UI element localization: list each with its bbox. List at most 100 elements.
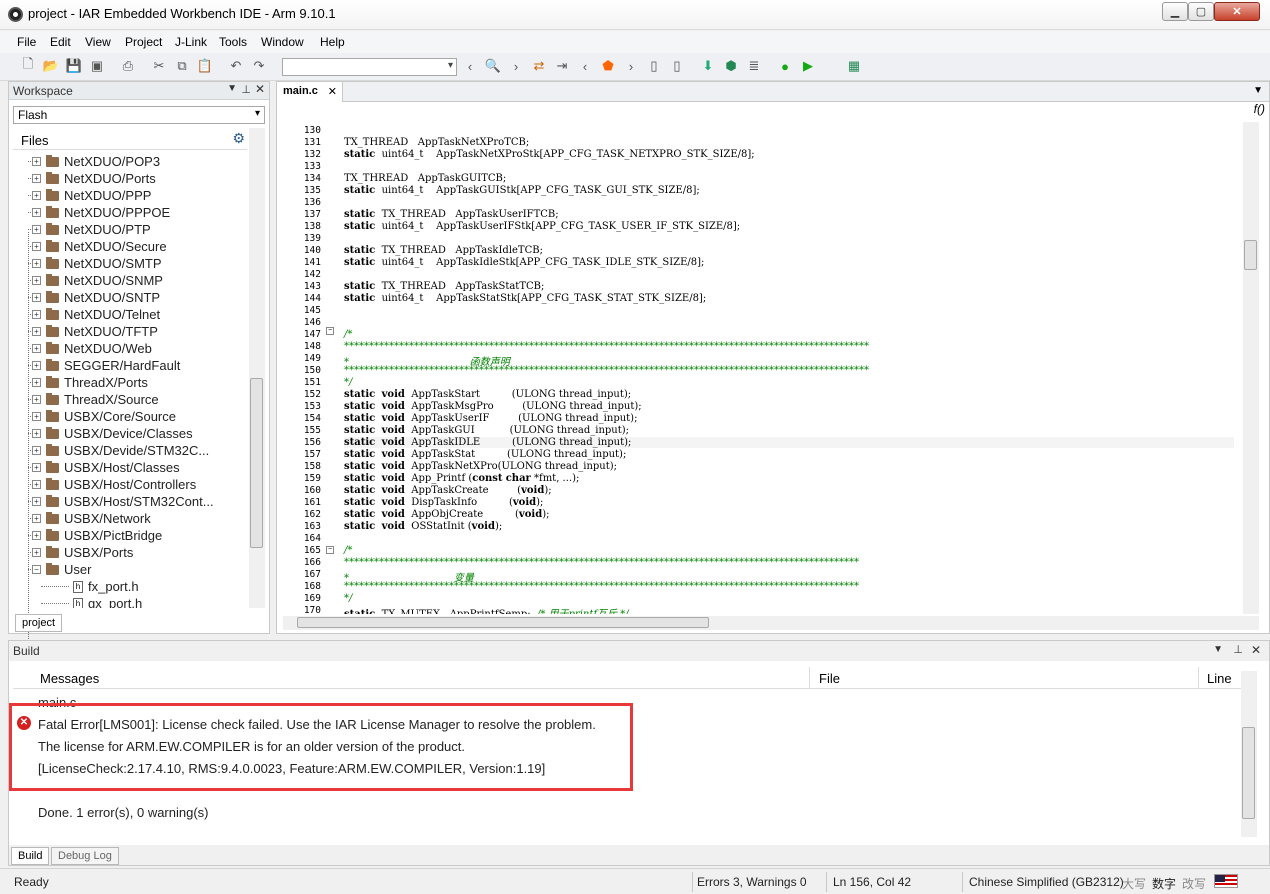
maximize-button[interactable]: ▢ <box>1188 2 1214 21</box>
editor-hscrollbar[interactable] <box>283 616 1259 630</box>
tree-item[interactable]: + USBX/Devide/STM32C... <box>9 442 249 459</box>
paste-icon[interactable]: 📋 <box>197 58 213 74</box>
gear-icon[interactable]: ⚙ <box>232 130 245 147</box>
code-line[interactable]: static TX_THREAD AppTaskUserIFTCB; <box>344 209 559 220</box>
expand-icon[interactable]: + <box>32 429 41 438</box>
editor-vscroll-thumb[interactable] <box>1244 240 1257 270</box>
tree-scroll-thumb[interactable] <box>250 378 263 548</box>
code-line[interactable]: static uint64_t AppTaskStatStk[APP_CFG_T… <box>344 293 706 304</box>
code-line[interactable]: static void AppTaskStat (ULONG thread_in… <box>344 449 626 460</box>
forward-icon[interactable]: › <box>508 58 524 74</box>
tab-main-c[interactable]: main.c ✕ <box>277 82 343 102</box>
copy-icon[interactable]: ⧉ <box>174 58 190 74</box>
tree-item[interactable]: + NetXDUO/SNMP <box>9 272 249 289</box>
code-line[interactable]: static TX_THREAD AppTaskIdleTCB; <box>344 245 543 256</box>
expand-icon[interactable]: + <box>32 514 41 523</box>
save-all-icon[interactable]: ▣ <box>89 58 105 74</box>
undo-icon[interactable]: ↶ <box>228 58 244 74</box>
redo-icon[interactable]: ↷ <box>251 58 267 74</box>
tree-file-item[interactable]: h gx_port.h <box>9 595 249 608</box>
breakpoint-icon[interactable]: ⬟ <box>600 58 616 74</box>
expand-icon[interactable]: + <box>32 463 41 472</box>
pin-icon[interactable]: ⊥ <box>241 83 251 96</box>
run-icon[interactable]: ▶ <box>800 58 816 74</box>
code-line[interactable]: */ <box>344 377 352 388</box>
tree-item[interactable]: + ThreadX/Ports <box>9 374 249 391</box>
print-icon[interactable]: ⎙ <box>120 58 136 74</box>
tree-item[interactable]: + USBX/Host/STM32Cont... <box>9 493 249 510</box>
menu-view[interactable]: View <box>85 35 111 49</box>
tree-item[interactable]: + USBX/PictBridge <box>9 527 249 544</box>
compile-icon[interactable]: ▯ <box>646 58 662 74</box>
tree-item[interactable]: + NetXDUO/PTP <box>9 221 249 238</box>
code-line[interactable]: static void AppTaskNetXPro(ULONG thread_… <box>344 461 617 472</box>
tree-item[interactable]: + NetXDUO/SMTP <box>9 255 249 272</box>
panel-close-icon[interactable]: ✕ <box>1251 643 1261 657</box>
tab-debug-log[interactable]: Debug Log <box>51 847 119 865</box>
code-line[interactable]: static uint64_t AppTaskNetXProStk[APP_CF… <box>344 149 755 160</box>
expand-icon[interactable]: + <box>32 378 41 387</box>
panel-menu-icon[interactable]: ▼ <box>227 83 237 94</box>
expand-icon[interactable]: + <box>32 310 41 319</box>
menu-help[interactable]: Help <box>320 35 345 49</box>
tree-file-item[interactable]: h fx_port.h <box>9 578 249 595</box>
list-icon[interactable]: ≣ <box>746 58 762 74</box>
col-line[interactable]: Line <box>1207 671 1232 686</box>
tab-close-icon[interactable]: ✕ <box>328 85 337 98</box>
expand-icon[interactable]: + <box>32 276 41 285</box>
expand-icon[interactable]: + <box>32 259 41 268</box>
tree-item[interactable]: + NetXDUO/PPPOE <box>9 204 249 221</box>
tree-item[interactable]: + USBX/Ports <box>9 544 249 561</box>
tree-item[interactable]: + NetXDUO/Secure <box>9 238 249 255</box>
tree-item[interactable]: + NetXDUO/Web <box>9 340 249 357</box>
menu-file[interactable]: File <box>17 35 36 49</box>
code-area[interactable]: 130 131 TX_THREAD AppTaskNetXProTCB; 132 sta… <box>277 122 1237 614</box>
tree-item[interactable]: + NetXDUO/TFTP <box>9 323 249 340</box>
code-line[interactable]: static void AppTaskMsgPro (ULONG thread_… <box>344 401 642 412</box>
download-icon[interactable]: ⬇ <box>700 58 716 74</box>
cut-icon[interactable]: ✂ <box>151 58 167 74</box>
expand-icon[interactable]: + <box>32 412 41 421</box>
next-icon[interactable]: › <box>623 58 639 74</box>
code-line[interactable]: static void AppTaskUserIF (ULONG thread_… <box>344 413 637 424</box>
tree-item[interactable]: + NetXDUO/SNTP <box>9 289 249 306</box>
tree-item[interactable]: + SEGGER/HardFault <box>9 357 249 374</box>
build-scroll-thumb[interactable] <box>1242 727 1255 819</box>
new-file-icon[interactable]: 🗋 <box>20 56 36 74</box>
code-line[interactable]: static TX_THREAD AppTaskStatTCB; <box>344 281 544 292</box>
code-line[interactable]: static void AppTaskIDLE (ULONG thread_in… <box>344 437 1234 448</box>
code-line[interactable]: static uint64_t AppTaskIdleStk[APP_CFG_T… <box>344 257 704 268</box>
next-bookmark-icon[interactable]: ⇥ <box>554 58 570 74</box>
tree-item[interactable]: + USBX/Network <box>9 510 249 527</box>
code-line[interactable]: static void AppTaskCreate (void); <box>344 485 552 496</box>
tree-item[interactable]: + USBX/Device/Classes <box>9 425 249 442</box>
code-line[interactable]: */ <box>344 593 352 604</box>
debug-no-download-icon[interactable]: ⬢ <box>723 58 739 74</box>
expand-icon[interactable]: + <box>32 361 41 370</box>
expand-icon[interactable]: + <box>32 225 41 234</box>
function-nav-icon[interactable]: f() <box>1254 102 1265 116</box>
expand-icon[interactable]: + <box>32 327 41 336</box>
expand-icon[interactable]: + <box>32 293 41 302</box>
tree-item[interactable]: − User <box>9 561 249 578</box>
tab-project[interactable]: project <box>15 614 63 632</box>
prev-icon[interactable]: ‹ <box>577 58 593 74</box>
code-line[interactable]: TX_THREAD AppTaskNetXProTCB; <box>344 137 529 148</box>
expand-icon[interactable]: + <box>32 395 41 404</box>
back-icon[interactable]: ‹ <box>462 58 478 74</box>
make-icon[interactable]: ▯ <box>669 58 685 74</box>
code-line[interactable]: static void App_Printf (const char *fmt,… <box>344 473 579 484</box>
expand-icon[interactable]: − <box>32 565 41 574</box>
fold-icon[interactable]: − <box>326 546 334 554</box>
expand-icon[interactable]: + <box>32 548 41 557</box>
code-line[interactable]: static TX_MUTEX AppPrintfSemp; /* 用于prin… <box>344 605 629 614</box>
expand-icon[interactable]: + <box>32 208 41 217</box>
tree-scrollbar[interactable] <box>249 128 265 608</box>
code-line[interactable]: static uint64_t AppTaskGUIStk[APP_CFG_TA… <box>344 185 700 196</box>
tree-item[interactable]: + USBX/Core/Source <box>9 408 249 425</box>
config-select[interactable]: Flash ▾ <box>13 106 265 124</box>
cmsis-pack-icon[interactable]: ▦ <box>846 58 862 74</box>
code-line[interactable]: TX_THREAD AppTaskGUITCB; <box>344 173 506 184</box>
code-line[interactable]: static void DispTaskInfo (void); <box>344 497 543 508</box>
code-line[interactable]: static uint64_t AppTaskUserIFStk[APP_CFG… <box>344 221 740 232</box>
